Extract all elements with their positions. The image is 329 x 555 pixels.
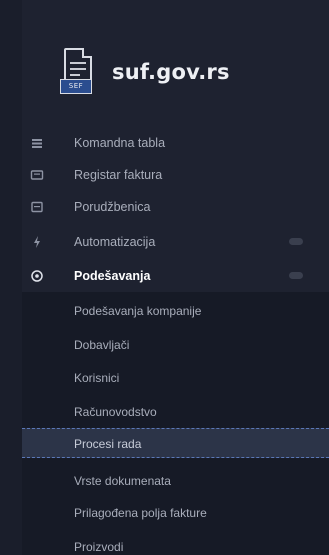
submenu-item-vrste-dokumenata[interactable]: Vrste dokumenata <box>22 466 329 496</box>
settings-icon <box>30 269 44 283</box>
lightning-icon <box>30 235 44 249</box>
document-icon: SEF <box>60 48 100 96</box>
menu-item-label: Porudžbenica <box>74 200 151 214</box>
submenu-item-racunovodstvo[interactable]: Računovodstvo <box>22 397 329 427</box>
submenu-item-dobavljaci[interactable]: Dobavljači <box>22 330 329 360</box>
submenu-item-label: Vrste dokumenata <box>74 474 171 488</box>
menu-item-label: Podešavanja <box>74 269 151 283</box>
logo-tag: SEF <box>60 79 92 94</box>
order-icon <box>30 200 44 214</box>
submenu-item-label: Proizvodi <box>74 540 124 554</box>
submenu-item-korisnici[interactable]: Korisnici <box>22 363 329 393</box>
submenu-item-podesavanja-kompanije[interactable]: Podešavanja kompanije <box>22 296 329 326</box>
menu-item-podesavanja[interactable]: Podešavanja <box>0 262 329 290</box>
menu-item-label: Automatizacija <box>74 235 156 249</box>
menu-item-automatizacija[interactable]: Automatizacija <box>0 228 329 256</box>
submenu-item-label: Prilagođena polja fakture <box>74 506 207 520</box>
chevron-up-icon[interactable] <box>289 272 303 279</box>
invoice-icon <box>30 168 44 182</box>
menu-item-label: Registar faktura <box>74 168 163 182</box>
menu-item-label: Komandna tabla <box>74 136 166 150</box>
dashboard-icon <box>30 136 44 150</box>
submenu-item-label: Procesi rada <box>74 437 142 451</box>
submenu-item-prilagodjena-polja-fakture[interactable]: Prilagođena polja fakture <box>22 498 329 528</box>
submenu-item-label: Podešavanja kompanije <box>74 304 202 318</box>
logo[interactable]: SEF suf.gov.rs <box>60 46 230 98</box>
logo-text: suf.gov.rs <box>112 60 230 84</box>
submenu-item-label: Računovodstvo <box>74 405 157 419</box>
submenu-podesavanja: Podešavanja kompanije Dobavljači Korisni… <box>22 292 329 555</box>
submenu-item-procesi-rada[interactable]: Procesi rada <box>22 428 329 458</box>
menu-item-registar-faktura[interactable]: Registar faktura <box>0 161 329 189</box>
sidebar: SEF suf.gov.rs Komandna tabla Registar f… <box>0 0 329 555</box>
menu-item-porudzbenica[interactable]: Porudžbenica <box>0 193 329 221</box>
chevron-down-icon[interactable] <box>289 238 303 245</box>
submenu-item-proizvodi[interactable]: Proizvodi <box>22 532 329 555</box>
submenu-item-label: Dobavljači <box>74 338 130 352</box>
menu-item-komandna-tabla[interactable]: Komandna tabla <box>0 129 329 157</box>
submenu-item-label: Korisnici <box>74 371 120 385</box>
